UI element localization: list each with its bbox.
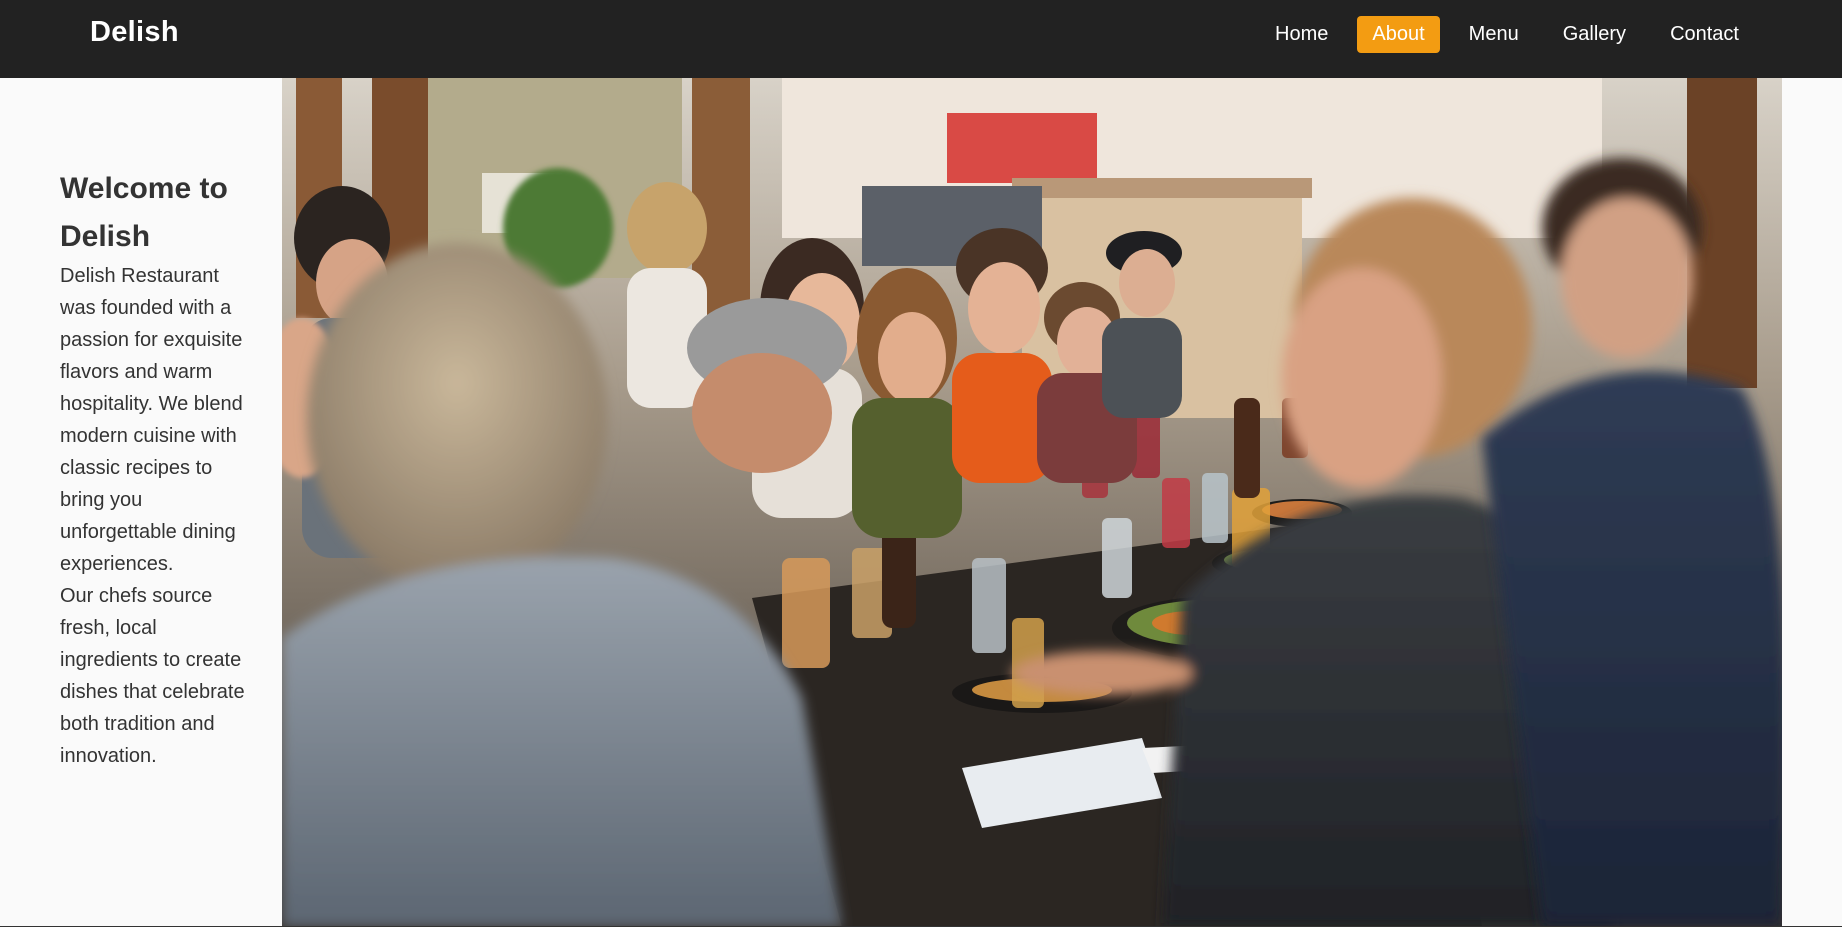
restaurant-dining-photo (282, 78, 1782, 927)
about-paragraph-1: Delish Restaurant was founded with a pas… (60, 265, 243, 575)
about-title: Welcome to Delish (60, 172, 228, 253)
hero-image (282, 78, 1782, 927)
nav-link-home[interactable]: Home (1260, 16, 1343, 53)
about-sidebar: Welcome to Delish Delish Restaurant was … (0, 78, 282, 927)
nav-link-about[interactable]: About (1357, 16, 1440, 53)
nav-links: Home About Menu Gallery Contact (1260, 16, 1754, 53)
nav-link-menu[interactable]: Menu (1454, 16, 1534, 53)
brand-logo[interactable]: Delish (90, 16, 179, 49)
nav-link-gallery[interactable]: Gallery (1548, 16, 1641, 53)
about-paragraph-2: Our chefs source fresh, local ingredient… (60, 585, 245, 767)
nav-link-contact[interactable]: Contact (1655, 16, 1754, 53)
right-gutter (1782, 78, 1842, 927)
about-text: Delish Restaurant was founded with a pas… (60, 260, 260, 772)
navbar: Delish Home About Menu Gallery Contact (0, 0, 1842, 78)
